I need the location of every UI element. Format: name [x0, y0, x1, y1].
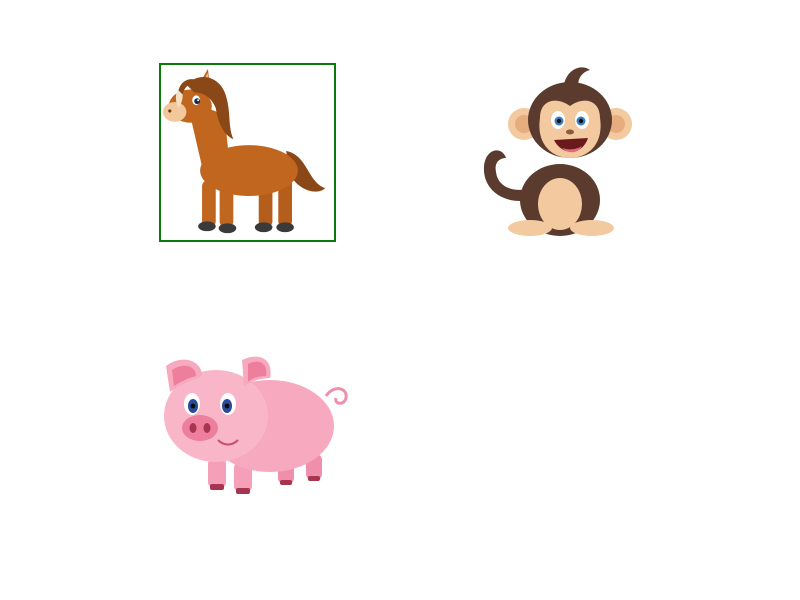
- horse-icon: [162, 68, 326, 234]
- monkey-icon: [483, 67, 632, 236]
- animal-card-pig[interactable]: [158, 350, 354, 502]
- game-board: [0, 0, 800, 600]
- animal-card-monkey[interactable]: [478, 58, 644, 242]
- pig-icon: [164, 356, 348, 494]
- animal-card-horse[interactable]: [159, 63, 336, 242]
